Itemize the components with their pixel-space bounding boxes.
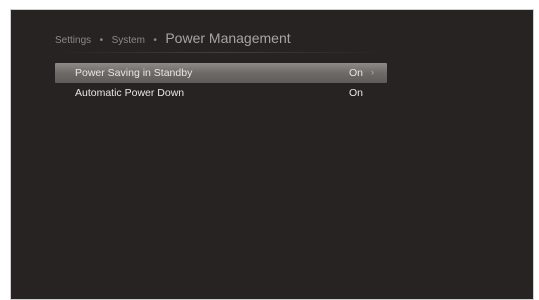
menu-item-label: Power Saving in Standby <box>75 67 193 79</box>
settings-menu: Power Saving in Standby On › Automatic P… <box>55 63 387 103</box>
page-title: Power Management <box>165 30 291 46</box>
menu-item-value: On <box>349 67 364 79</box>
settings-screen: Settings • System • Power Management Pow… <box>10 9 534 300</box>
breadcrumb-separator: • <box>153 35 157 46</box>
title-divider <box>55 52 385 53</box>
breadcrumb: Settings • System • Power Management <box>55 30 291 48</box>
menu-item-automatic-power-down[interactable]: Automatic Power Down On <box>55 83 387 103</box>
breadcrumb-system[interactable]: System <box>112 35 145 46</box>
breadcrumb-separator: • <box>99 35 104 46</box>
chevron-right-icon: › <box>371 67 374 77</box>
tv-frame: Settings • System • Power Management Pow… <box>0 0 539 300</box>
breadcrumb-settings[interactable]: Settings <box>55 35 91 46</box>
menu-item-value: On <box>349 87 364 99</box>
menu-item-power-saving-standby[interactable]: Power Saving in Standby On › <box>55 63 387 83</box>
menu-item-label: Automatic Power Down <box>75 87 185 99</box>
